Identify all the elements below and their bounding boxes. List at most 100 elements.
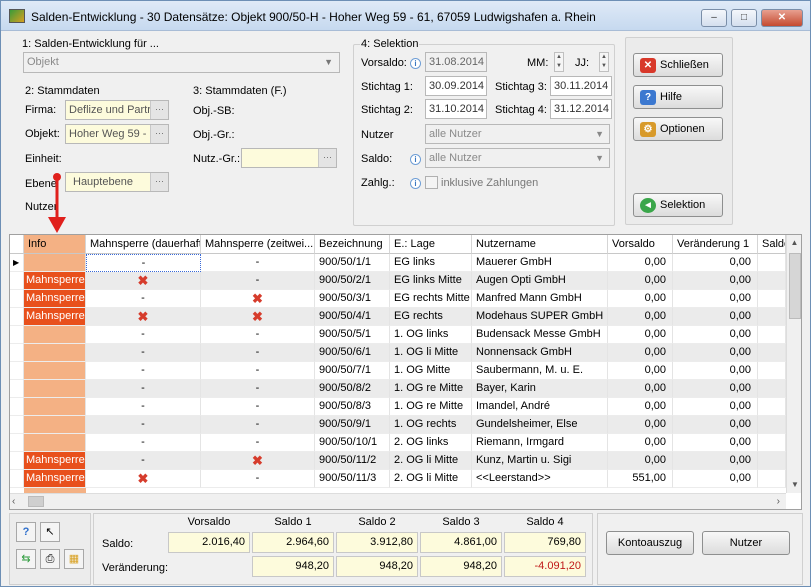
nutzer-button[interactable]: Nutzer: [702, 531, 790, 555]
row-indicator[interactable]: [10, 416, 24, 434]
column-header[interactable]: Mahnsperre (dauerhaft): [86, 235, 201, 254]
scroll-up-icon[interactable]: ▲: [787, 235, 801, 251]
table-row[interactable]: Mahnsperre - ✖ 900/50/11/2 2. OG li Mitte Kun…: [10, 452, 786, 470]
stichtag3-field[interactable]: 30.11.2014: [550, 76, 612, 96]
column-header[interactable]: Info: [24, 235, 86, 254]
table-row[interactable]: ▶ - -900/50/1/1 EG links Mauerer GmbH 0,00 0,0…: [10, 254, 786, 272]
column-header[interactable]: Vorsaldo: [608, 235, 673, 254]
cursor-icon[interactable]: ↖: [40, 522, 60, 542]
bez-cell: 900/50/5/1: [315, 326, 390, 344]
horizontal-scroll-thumb[interactable]: [28, 496, 44, 507]
row-indicator[interactable]: [10, 308, 24, 326]
objekt-value: Hoher Weg 59 -: [69, 128, 147, 140]
saldo-cell: [758, 272, 786, 290]
stichtag4-label: Stichtag 4:: [495, 104, 547, 116]
row-indicator[interactable]: [10, 362, 24, 380]
vertical-scrollbar[interactable]: ▲ ▼: [786, 235, 801, 493]
selection-button[interactable]: ◄ Selektion: [633, 193, 723, 217]
table-row[interactable]: - -900/50/6/1 1. OG li Mitte Nonnensack Gmb…: [10, 344, 786, 362]
vertical-scroll-thumb[interactable]: [789, 253, 801, 319]
column-header[interactable]: Bezeichnung: [315, 235, 390, 254]
summary-header: Vorsaldo: [187, 516, 231, 528]
ebene-field[interactable]: Hauptebene ···: [65, 172, 169, 192]
column-header[interactable]: Nutzername: [472, 235, 608, 254]
table-row[interactable]: Mahnsperre ✖ -900/50/2/1 EG links Mitte Auge…: [10, 272, 786, 290]
scroll-down-icon[interactable]: ▼: [787, 477, 801, 493]
horizontal-scrollbar[interactable]: ‹ ›: [10, 493, 786, 509]
info-cell: [24, 434, 86, 452]
table-row[interactable]: Mahnsperre ✖ -900/50/11/3 2. OG li Mitte <<L…: [10, 470, 786, 488]
help-question-icon[interactable]: ?: [16, 522, 36, 542]
table-row[interactable]: - -900/50/10/1 2. OG links Riemann, Irmgard…: [10, 434, 786, 452]
row-indicator[interactable]: [10, 470, 24, 488]
close-button[interactable]: ✕ Schließen: [633, 53, 723, 77]
saldo-filter-label: Saldo:: [361, 153, 393, 165]
table-row[interactable]: - -900/50/7/1 1. OG Mitte Saubermann, M. u.…: [10, 362, 786, 380]
ver1-cell: 0,00: [673, 290, 758, 308]
mm-spinner[interactable]: ▲ ▼: [554, 52, 564, 72]
objekt-field[interactable]: Hoher Weg 59 - ···: [65, 124, 169, 144]
ver1-cell: 0,00: [673, 254, 758, 272]
scroll-left-icon[interactable]: ‹: [12, 494, 15, 509]
evaluation-type-select[interactable]: Objekt ▼: [23, 52, 340, 73]
saldo-sum-value: 3.912,80: [336, 532, 418, 553]
print-icon[interactable]: ⎙: [40, 549, 60, 569]
row-indicator[interactable]: [10, 326, 24, 344]
nutzer-filter-select[interactable]: alle Nutzer ▼: [425, 124, 610, 144]
firma-browse-button[interactable]: ···: [150, 101, 168, 119]
jj-spinner[interactable]: ▲ ▼: [599, 52, 609, 72]
maximize-button[interactable]: □: [731, 9, 757, 27]
ver1-cell: 0,00: [673, 272, 758, 290]
einheit-label: Einheit:: [25, 153, 62, 165]
saldo-sum-value: 769,80: [504, 532, 586, 553]
export-icon[interactable]: ▦: [64, 549, 84, 569]
stichtag4-field[interactable]: 31.12.2014: [550, 99, 612, 119]
saldo-cell: [758, 308, 786, 326]
zahlg-checkbox[interactable]: [425, 176, 438, 189]
scroll-right-icon[interactable]: ›: [777, 494, 780, 509]
options-button[interactable]: ⚙ Optionen: [633, 117, 723, 141]
stichtag2-field[interactable]: 31.10.2014: [425, 99, 487, 119]
row-indicator[interactable]: [10, 452, 24, 470]
table-row[interactable]: - -900/50/8/3 1. OG re Mitte Imandel, André…: [10, 398, 786, 416]
bez-cell: 900/50/2/1: [315, 272, 390, 290]
info-cell: Mahnsperre: [24, 452, 86, 470]
row-indicator[interactable]: [10, 380, 24, 398]
column-header[interactable]: Mahnsperre (zeitwei...: [201, 235, 315, 254]
vorsaldo-field[interactable]: 31.08.2014: [425, 52, 487, 72]
kontoauszug-button[interactable]: Kontoauszug: [606, 531, 694, 555]
bez-cell: 900/50/10/1: [315, 434, 390, 452]
row-indicator-header: [10, 235, 24, 254]
help-button[interactable]: ? Hilfe: [633, 85, 723, 109]
row-indicator[interactable]: [10, 398, 24, 416]
nutzgr-browse-button[interactable]: ···: [318, 149, 336, 167]
stichtag1-field[interactable]: 30.09.2014: [425, 76, 487, 96]
firma-field[interactable]: Deflize und Partr ···: [65, 100, 169, 120]
row-indicator[interactable]: [10, 344, 24, 362]
refresh-icon[interactable]: ⇆: [16, 549, 36, 569]
ebene-browse-button[interactable]: ···: [150, 173, 168, 191]
mahnsperre-cell: -: [201, 434, 315, 452]
row-indicator[interactable]: [10, 290, 24, 308]
minimize-button[interactable]: –: [701, 9, 727, 27]
table-row[interactable]: Mahnsperre - ✖ 900/50/3/1 EG rechts Mitte Man…: [10, 290, 786, 308]
bez-cell: 900/50/11/3: [315, 470, 390, 488]
vorsaldo-cell: 0,00: [608, 452, 673, 470]
row-indicator[interactable]: ▶: [10, 254, 24, 272]
vorsaldo-cell: 0,00: [608, 362, 673, 380]
saldo-filter-select[interactable]: alle Nutzer ▼: [425, 148, 610, 168]
table-row[interactable]: - -900/50/8/2 1. OG re Mitte Bayer, Karin 0,…: [10, 380, 786, 398]
objekt-browse-button[interactable]: ···: [150, 125, 168, 143]
row-indicator[interactable]: [10, 434, 24, 452]
saldo-cell: [758, 290, 786, 308]
nutzgr-field[interactable]: ···: [241, 148, 337, 168]
row-indicator[interactable]: [10, 272, 24, 290]
objgr-label: Obj.-Gr.:: [193, 129, 235, 141]
column-header[interactable]: E.: Lage: [390, 235, 472, 254]
table-row[interactable]: - -900/50/9/1 1. OG rechts Gundelsheimer, E…: [10, 416, 786, 434]
column-header[interactable]: Saldo: [758, 235, 786, 254]
close-window-button[interactable]: ✕: [761, 9, 803, 27]
column-header[interactable]: Veränderung 1: [673, 235, 758, 254]
table-row[interactable]: - -900/50/5/1 1. OG links Budensack Messe G…: [10, 326, 786, 344]
table-row[interactable]: Mahnsperre ✖ ✖ 900/50/4/1 EG rechts Modehaus …: [10, 308, 786, 326]
